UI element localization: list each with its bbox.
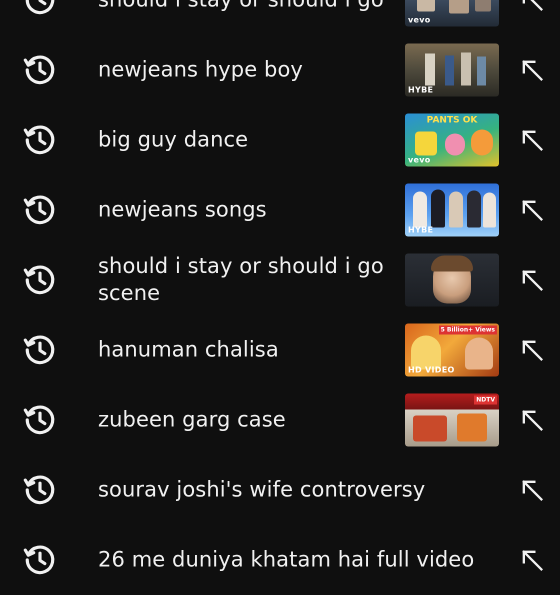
suggestion-thumbnail: HYBE (405, 183, 499, 237)
thumbnail-banner: PANTS OK (426, 115, 478, 126)
arrow-up-left-icon[interactable] (518, 56, 546, 84)
suggestion-text: 26 me duniya khatam hai full video (98, 547, 475, 572)
thumbnail-brand: HYBE (408, 225, 434, 235)
suggestion-thumbnail: vevo (405, 0, 499, 27)
suggestion-thumbnail: HYBE (405, 43, 499, 97)
suggestion-text: zubeen garg case (98, 407, 286, 432)
suggestion-text: should i stay or should i go scene (98, 254, 384, 305)
arrow-up-left-icon[interactable] (518, 266, 546, 294)
suggestion-row[interactable]: big guy dance PANTS OK vevo (0, 105, 560, 175)
thumbnail-brand: HYBE (408, 85, 434, 95)
suggestion-thumbnail: NDTV (405, 393, 499, 447)
suggestion-row[interactable]: newjeans hype boy HYBE (0, 35, 560, 105)
thumbnail-brand: HD VIDEO (408, 365, 455, 375)
thumbnail-badge: NDTV (474, 395, 497, 405)
history-icon (25, 0, 55, 15)
history-icon (23, 265, 55, 295)
suggestion-thumbnail: PANTS OK vevo (405, 113, 499, 167)
arrow-up-left-icon[interactable] (518, 336, 546, 364)
arrow-up-left-icon[interactable] (518, 196, 546, 224)
history-icon (23, 125, 55, 155)
suggestion-thumbnail (405, 253, 499, 307)
arrow-up-left-icon[interactable] (518, 546, 546, 574)
suggestion-row[interactable]: zubeen garg case NDTV (0, 385, 560, 455)
suggestion-row[interactable]: should i stay or should i go vevo (0, 0, 560, 35)
suggestion-row[interactable]: hanuman chalisa 5 Billion+ Views HD VIDE… (0, 315, 560, 385)
suggestion-text: sourav joshi's wife controversy (98, 477, 426, 502)
suggestion-text: newjeans songs (98, 197, 267, 222)
history-icon (23, 475, 55, 505)
history-icon (23, 545, 55, 575)
arrow-up-left-icon[interactable] (518, 0, 546, 14)
suggestion-row[interactable]: sourav joshi's wife controversy (0, 455, 560, 525)
history-icon (23, 335, 55, 365)
history-icon (23, 195, 55, 225)
suggestion-row[interactable]: should i stay or should i go scene (0, 245, 560, 315)
search-suggestion-list: should i stay or should i go vevo newjea… (0, 0, 560, 595)
history-icon (23, 405, 55, 435)
suggestion-text: should i stay or should i go (98, 0, 388, 14)
suggestion-row[interactable]: 26 me duniya khatam hai full video (0, 525, 560, 595)
suggestion-text: big guy dance (98, 127, 249, 152)
suggestion-text: hanuman chalisa (98, 337, 279, 362)
suggestion-text: newjeans hype boy (98, 57, 303, 82)
arrow-up-left-icon[interactable] (518, 126, 546, 154)
history-icon (23, 55, 55, 85)
suggestion-row[interactable]: newjeans songs HYBE (0, 175, 560, 245)
suggestion-thumbnail: 5 Billion+ Views HD VIDEO (405, 323, 499, 377)
arrow-up-left-icon[interactable] (518, 406, 546, 434)
arrow-up-left-icon[interactable] (518, 476, 546, 504)
thumbnail-brand: vevo (408, 155, 431, 165)
thumbnail-brand: vevo (408, 15, 431, 25)
thumbnail-badge: 5 Billion+ Views (438, 325, 497, 335)
